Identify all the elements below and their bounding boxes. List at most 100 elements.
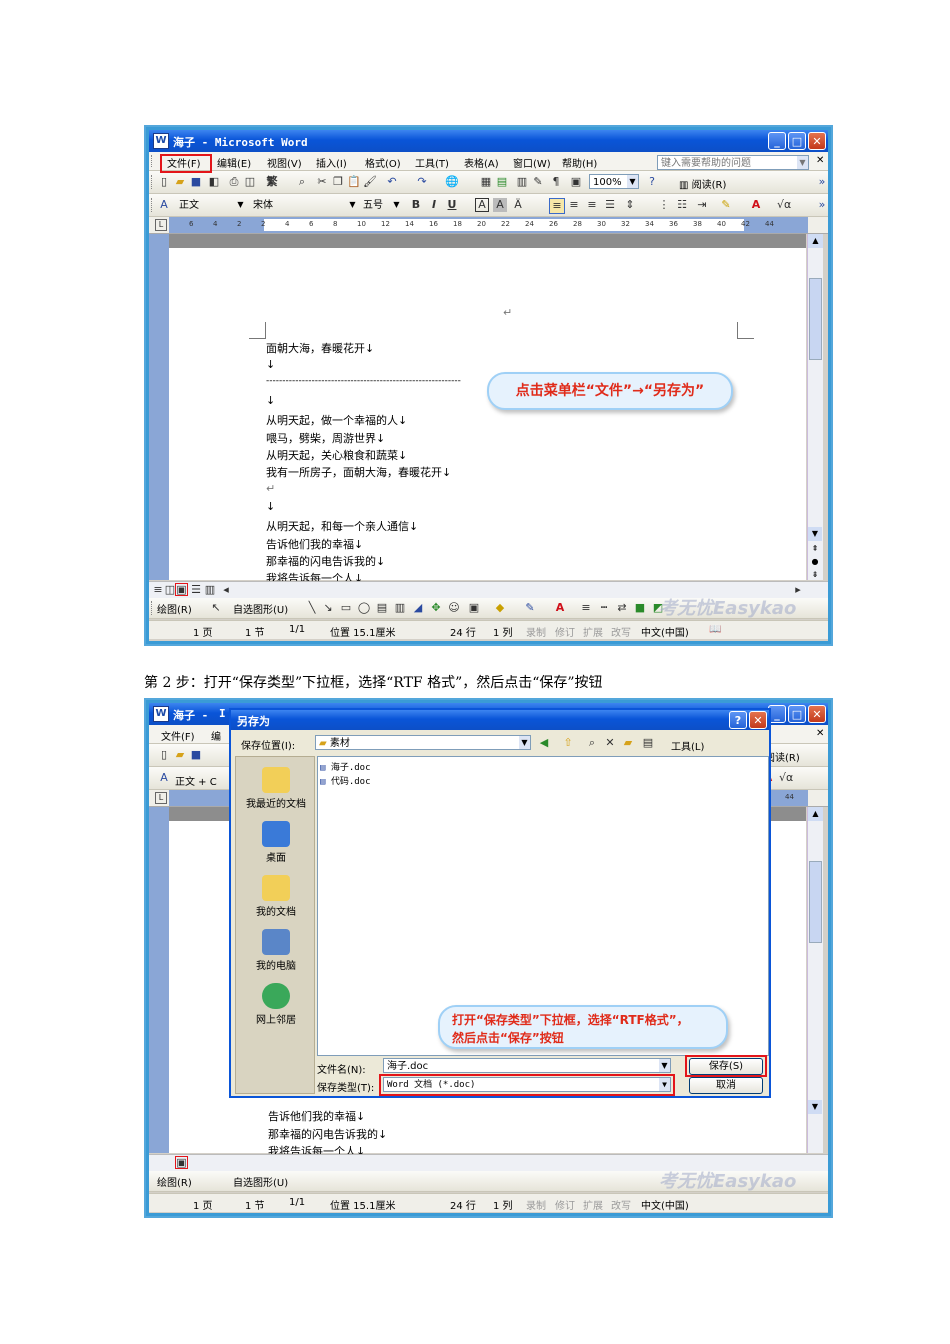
chevron-down-icon[interactable]: ▼: [797, 156, 808, 169]
autoshapes-menu[interactable]: 自选图形(U): [233, 1174, 288, 1189]
browse-object-icon[interactable]: ●: [808, 557, 822, 566]
toolbar-options-icon[interactable]: »: [815, 175, 828, 189]
styles-icon[interactable]: A: [157, 771, 171, 785]
char-scaling-icon[interactable]: Ä: [511, 198, 525, 212]
bullets-icon[interactable]: ☷: [675, 198, 689, 212]
chevron-down-icon[interactable]: ▼: [391, 198, 402, 211]
menu-format[interactable]: 格式(O): [365, 155, 401, 170]
place-network[interactable]: 网上邻居: [236, 983, 316, 1026]
zoom-select[interactable]: 100% ▼: [589, 174, 639, 189]
line-style-icon[interactable]: ≡: [579, 601, 593, 615]
status-ovr[interactable]: 改写: [611, 624, 631, 639]
equation-icon[interactable]: √α: [777, 198, 791, 212]
dialog-close-button[interactable]: ✕: [749, 711, 767, 729]
close-doc-icon[interactable]: ✕: [816, 728, 824, 739]
filename-input[interactable]: 海子.doc ▼: [383, 1058, 671, 1073]
menu-help[interactable]: 帮助(H): [562, 155, 597, 170]
numbering-icon[interactable]: ⋮: [657, 198, 671, 212]
menu-window[interactable]: 窗口(W): [513, 155, 551, 170]
undo-icon[interactable]: ↶: [385, 175, 399, 189]
scroll-left-icon[interactable]: ◂: [219, 583, 233, 597]
vertical-textbox-icon[interactable]: ▥: [393, 601, 407, 615]
search-web-icon[interactable]: ⌕: [585, 736, 599, 750]
vertical-scrollbar[interactable]: ▲ ▼ ⇞ ● ⇟: [807, 234, 823, 580]
menu-tools[interactable]: 工具(T): [415, 155, 449, 170]
scroll-thumb[interactable]: [809, 861, 822, 943]
traditional-chinese-icon[interactable]: 繁: [265, 175, 279, 189]
status-rec[interactable]: 录制: [526, 1197, 546, 1212]
arrow-icon[interactable]: ↘: [321, 601, 335, 615]
menu-insert[interactable]: 插入(I): [316, 155, 347, 170]
toolbar-options-icon[interactable]: »: [815, 198, 828, 212]
bold-icon[interactable]: B: [409, 198, 423, 212]
save-icon[interactable]: ■: [189, 175, 203, 189]
line-icon[interactable]: ╲: [305, 601, 319, 615]
dash-style-icon[interactable]: ┅: [597, 601, 611, 615]
new-folder-icon[interactable]: ▰: [621, 736, 635, 750]
arrow-style-icon[interactable]: ⇄: [615, 601, 629, 615]
doc-map-icon[interactable]: ▣: [569, 175, 583, 189]
clipart-icon[interactable]: ☺: [447, 601, 461, 615]
research-icon[interactable]: ⌕: [295, 175, 309, 189]
draw-menu[interactable]: 绘图(R): [157, 601, 192, 616]
select-objects-icon[interactable]: ↖: [209, 601, 223, 615]
status-ovr[interactable]: 改写: [611, 1197, 631, 1212]
chevron-down-icon[interactable]: ▼: [519, 736, 530, 749]
font-select[interactable]: 宋体 ▼: [249, 197, 359, 212]
open-icon[interactable]: ▰: [173, 175, 187, 189]
show-hide-icon[interactable]: ¶: [549, 175, 563, 189]
picture-icon[interactable]: ▣: [467, 601, 481, 615]
menu-file[interactable]: 文件(F): [161, 728, 195, 743]
menu-table[interactable]: 表格(A): [464, 155, 499, 170]
views-icon[interactable]: ▤: [641, 736, 655, 750]
char-border-icon[interactable]: A: [475, 198, 489, 212]
excel-icon[interactable]: ▤: [495, 175, 509, 189]
columns-icon[interactable]: ▥: [515, 175, 529, 189]
format-painter-icon[interactable]: 🖌: [363, 175, 377, 189]
status-trk[interactable]: 修订: [555, 624, 575, 639]
reading-view-icon[interactable]: ▥: [203, 583, 217, 597]
align-right-icon[interactable]: ≡: [585, 198, 599, 212]
menu-view[interactable]: 视图(V): [267, 155, 302, 170]
line-color-icon[interactable]: ✎: [523, 601, 537, 615]
tools-menu[interactable]: 工具(L): [671, 738, 704, 753]
hyperlink-icon[interactable]: 🌐: [445, 175, 459, 189]
rectangle-icon[interactable]: ▭: [339, 601, 353, 615]
spelling-icon[interactable]: 📖: [709, 624, 721, 635]
textbox-icon[interactable]: ▤: [375, 601, 389, 615]
align-left-icon[interactable]: ≡: [549, 198, 565, 214]
minimize-button[interactable]: _: [768, 132, 786, 150]
cut-icon[interactable]: ✂: [315, 175, 329, 189]
paste-icon[interactable]: 📋: [347, 175, 361, 189]
scroll-up-icon[interactable]: ▲: [808, 234, 823, 248]
italic-icon[interactable]: I: [427, 198, 441, 212]
prev-page-icon[interactable]: ⇞: [808, 544, 822, 553]
shadow-icon[interactable]: ■: [633, 601, 647, 615]
char-shading-icon[interactable]: A: [493, 198, 507, 212]
file-item[interactable]: ▤ 代码.doc: [320, 774, 371, 787]
drawing-icon[interactable]: ✎: [531, 175, 545, 189]
print-preview-icon[interactable]: ◫: [243, 175, 257, 189]
diagram-icon[interactable]: ✥: [429, 601, 443, 615]
help-icon[interactable]: ?: [645, 175, 659, 189]
oval-icon[interactable]: ◯: [357, 601, 371, 615]
back-icon[interactable]: ◀: [537, 736, 551, 750]
close-doc-icon[interactable]: ✕: [816, 155, 824, 166]
scroll-up-icon[interactable]: ▲: [808, 807, 823, 821]
place-my-computer[interactable]: 我的电脑: [236, 929, 316, 972]
place-desktop[interactable]: 桌面: [236, 821, 316, 864]
tab-selector-icon[interactable]: L: [155, 219, 167, 231]
help-search-input[interactable]: 键入需要帮助的问题 ▼: [657, 155, 809, 170]
print-view-icon[interactable]: ▣: [175, 583, 188, 596]
up-folder-icon[interactable]: ⇧: [561, 736, 575, 750]
read-button[interactable]: ▥ 阅读(R): [679, 176, 726, 191]
save-in-select[interactable]: ▰ 素材 ▼: [315, 735, 531, 750]
place-recent[interactable]: 我最近的文档: [236, 767, 316, 810]
close-button[interactable]: ✕: [808, 132, 826, 150]
draw-menu[interactable]: 绘图(R): [157, 1174, 192, 1189]
next-page-icon[interactable]: ⇟: [808, 570, 822, 579]
tab-selector-icon[interactable]: L: [155, 792, 167, 804]
place-my-docs[interactable]: 我的文档: [236, 875, 316, 918]
status-rec[interactable]: 录制: [526, 624, 546, 639]
fill-color-icon[interactable]: ◆: [493, 601, 507, 615]
